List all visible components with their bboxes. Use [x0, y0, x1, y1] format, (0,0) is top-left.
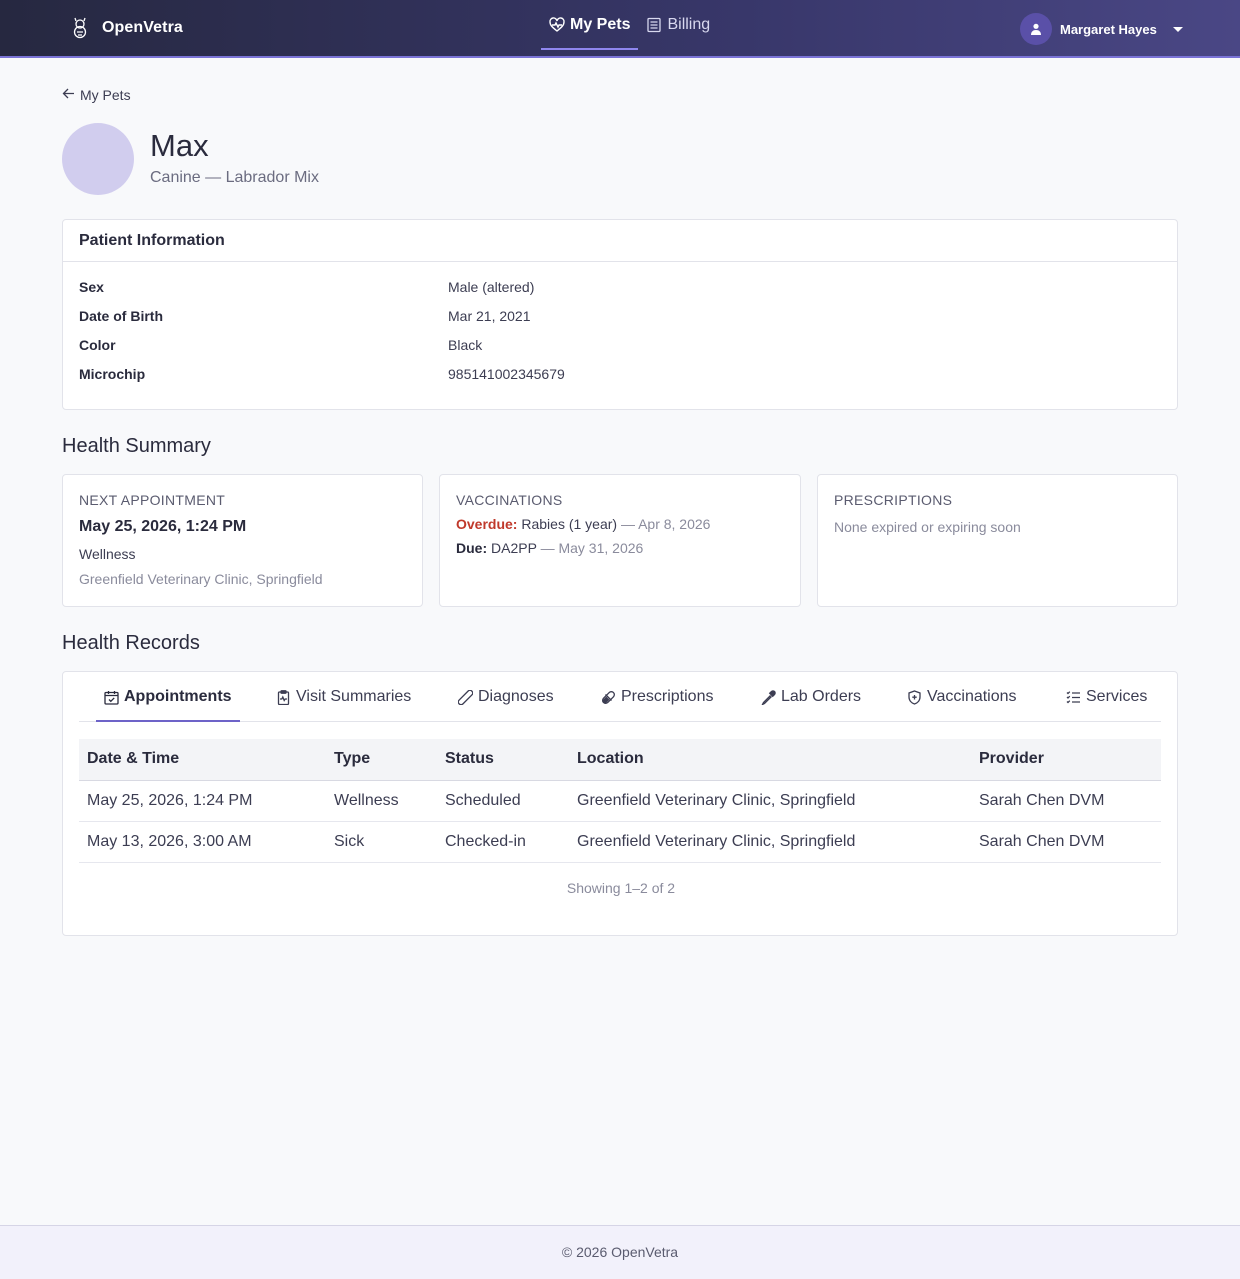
column-header[interactable]: Location — [569, 739, 971, 781]
top-navbar: OpenVetra My Pets Billing Margaret Hayes — [0, 0, 1240, 58]
tab-label: Services — [1086, 688, 1148, 705]
tab-lab-orders[interactable]: Lab Orders — [761, 672, 861, 722]
info-value: Male (altered) — [448, 279, 535, 295]
table-row[interactable]: May 13, 2026, 3:00 AM Sick Checked-in Gr… — [79, 821, 1161, 863]
nav-my-pets[interactable]: My Pets — [541, 0, 639, 50]
appointments-table: Date & Time Type Status Location Provide… — [79, 739, 1161, 863]
cell-location: Greenfield Veterinary Clinic, Springfiel… — [569, 780, 971, 822]
cell-status: Scheduled — [437, 780, 569, 822]
eyedropper-icon — [761, 689, 776, 705]
next-appointment-location: Greenfield Veterinary Clinic, Springfiel… — [79, 571, 323, 587]
calendar-check-icon — [104, 690, 119, 705]
next-appointment-type: Wellness — [79, 546, 136, 562]
tab-vaccinations[interactable]: Vaccinations — [907, 672, 1017, 722]
capsule-icon — [601, 690, 616, 705]
nav-billing-label: Billing — [667, 16, 711, 33]
health-records-title: Health Records — [62, 632, 200, 654]
next-appointment-label: NEXT APPOINTMENT — [79, 492, 226, 508]
info-value: 985141002345679 — [448, 366, 565, 382]
user-avatar — [1020, 13, 1052, 45]
info-value: Mar 21, 2021 — [448, 308, 531, 324]
list-check-icon — [1066, 690, 1081, 705]
cell-type: Wellness — [326, 780, 437, 822]
tab-appointments[interactable]: Appointments — [96, 672, 240, 722]
prescriptions-label: PRESCRIPTIONS — [834, 492, 953, 508]
column-header[interactable]: Date & Time — [79, 739, 326, 781]
patient-info-title: Patient Information — [63, 220, 1177, 262]
cell-type: Sick — [326, 821, 437, 863]
main-nav: My Pets Billing — [541, 0, 718, 58]
cell-provider: Sarah Chen DVM — [971, 821, 1161, 863]
tab-label: Visit Summaries — [296, 688, 412, 705]
back-link[interactable]: My Pets — [62, 87, 131, 103]
overdue-label: Overdue: — [456, 516, 518, 532]
vaccination-due: Due: DA2PP — May 31, 2026 — [456, 540, 784, 556]
tab-label: Vaccinations — [927, 688, 1017, 705]
nav-billing[interactable]: Billing — [638, 0, 718, 50]
back-link-label: My Pets — [80, 87, 131, 103]
due-label: Due: — [456, 540, 488, 556]
tab-visit-summaries[interactable]: Visit Summaries — [276, 672, 411, 722]
tab-label: Appointments — [124, 688, 232, 705]
pagination-summary: Showing 1–2 of 2 — [566, 880, 676, 896]
nav-my-pets-label: My Pets — [570, 16, 631, 33]
pet-avatar — [62, 123, 134, 195]
column-header[interactable]: Status — [437, 739, 569, 781]
next-appointment-card: NEXT APPOINTMENT May 25, 2026, 1:24 PM W… — [62, 474, 423, 607]
user-menu[interactable]: Margaret Hayes — [1020, 13, 1183, 45]
info-value: Black — [448, 337, 483, 353]
arrow-left-icon — [62, 87, 75, 103]
overdue-vaccine: Rabies (1 year) — [521, 516, 618, 532]
due-vaccine: DA2PP — [491, 540, 537, 556]
cell-datetime: May 13, 2026, 3:00 AM — [79, 821, 326, 863]
records-tabs: Appointments Visit Summaries Diagnoses P… — [79, 672, 1161, 722]
tab-label: Prescriptions — [621, 688, 714, 705]
table-row[interactable]: May 25, 2026, 1:24 PM Wellness Scheduled… — [79, 780, 1161, 822]
footer-copyright: © 2026 OpenVetra — [561, 1244, 679, 1260]
cell-location: Greenfield Veterinary Clinic, Springfiel… — [569, 821, 971, 863]
prescriptions-card: PRESCRIPTIONS None expired or expiring s… — [817, 474, 1178, 607]
tab-label: Diagnoses — [478, 688, 554, 705]
info-label: Sex — [79, 279, 104, 295]
next-appointment-datetime: May 25, 2026, 1:24 PM — [79, 518, 247, 535]
patient-info-card: Patient Information Sex Male (altered) D… — [62, 219, 1178, 410]
vaccination-overdue: Overdue: Rabies (1 year) — Apr 8, 2026 — [456, 516, 784, 532]
vaccinations-label: VACCINATIONS — [456, 492, 563, 508]
info-label: Color — [79, 337, 116, 353]
info-label: Date of Birth — [79, 308, 163, 324]
cell-datetime: May 25, 2026, 1:24 PM — [79, 780, 326, 822]
prescriptions-status: None expired or expiring soon — [834, 519, 1021, 535]
brand[interactable]: OpenVetra — [70, 17, 183, 39]
overdue-date: — Apr 8, 2026 — [620, 516, 711, 532]
heart-pulse-icon — [549, 17, 565, 33]
tab-services[interactable]: Services — [1066, 672, 1147, 722]
tab-diagnoses[interactable]: Diagnoses — [458, 672, 554, 722]
column-header[interactable]: Provider — [971, 739, 1161, 781]
column-header[interactable]: Type — [326, 739, 437, 781]
bandage-icon — [458, 689, 473, 705]
tab-label: Lab Orders — [781, 688, 862, 705]
pet-subtitle: Canine — Labrador Mix — [150, 169, 319, 186]
health-summary-title: Health Summary — [62, 435, 211, 457]
receipt-icon — [646, 17, 662, 33]
person-icon — [1031, 23, 1041, 35]
pet-name: Max — [150, 128, 209, 163]
vaccinations-card: VACCINATIONS Overdue: Rabies (1 year) — … — [439, 474, 801, 607]
pet-logo-icon — [70, 17, 90, 39]
tab-prescriptions[interactable]: Prescriptions — [601, 672, 713, 722]
footer: © 2026 OpenVetra — [0, 1225, 1240, 1279]
brand-name: OpenVetra — [102, 19, 183, 36]
clipboard-pulse-icon — [276, 689, 291, 705]
caret-down-icon — [1172, 26, 1183, 32]
shield-plus-icon — [907, 689, 922, 705]
cell-status: Checked-in — [437, 821, 569, 863]
info-label: Microchip — [79, 366, 146, 382]
table-header-row: Date & Time Type Status Location Provide… — [79, 739, 1161, 781]
due-date: — May 31, 2026 — [540, 540, 644, 556]
health-records-card: Appointments Visit Summaries Diagnoses P… — [62, 671, 1178, 936]
cell-provider: Sarah Chen DVM — [971, 780, 1161, 822]
user-name: Margaret Hayes — [1060, 21, 1157, 37]
